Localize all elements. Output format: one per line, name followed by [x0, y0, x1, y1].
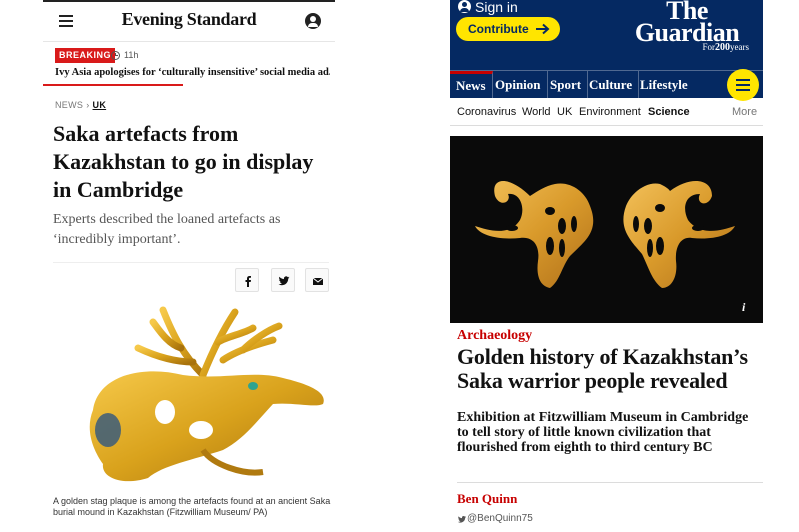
sub-navigation: Coronavirus World UK Environment Science…	[450, 98, 763, 126]
contribute-button[interactable]: Contribute	[456, 17, 560, 41]
share-facebook-button[interactable]	[235, 268, 259, 292]
article-standfirst: Exhibition at Fitzwilliam Museum in Camb…	[457, 410, 749, 455]
subnav-world[interactable]: World	[522, 106, 551, 118]
contribute-label: Contribute	[468, 22, 529, 36]
pillar-opinion[interactable]: Opinion	[489, 71, 548, 98]
breaking-ticker-progress	[43, 84, 183, 86]
subnav-uk[interactable]: UK	[557, 106, 572, 118]
subnav-science[interactable]: Science	[648, 106, 690, 118]
image-caption: A golden stag plaque is among the artefa…	[53, 496, 331, 517]
logo-anniversary: For200years	[702, 42, 749, 53]
guardian-masthead: Sign in Contribute The Guardian For200ye…	[450, 0, 763, 70]
pillar-lifestyle[interactable]: Lifestyle	[634, 71, 694, 98]
evening-standard-logo[interactable]: Evening Standard	[43, 9, 335, 30]
header-top-line	[43, 0, 335, 2]
anniversary-number: 200	[715, 42, 730, 53]
author-byline[interactable]: Ben Quinn	[457, 491, 517, 507]
clock-icon	[111, 51, 120, 60]
es-header: Evening Standard	[43, 0, 335, 42]
subnav-coronavirus[interactable]: Coronavirus	[457, 106, 516, 118]
anniversary-prefix: For	[702, 42, 715, 52]
guardian-logo[interactable]: The Guardian	[617, 0, 757, 47]
sign-in-link[interactable]: Sign in	[475, 0, 518, 15]
breadcrumb-news[interactable]: NEWS	[55, 100, 83, 110]
breaking-timestamp: 11h	[124, 50, 139, 60]
hamburger-menu-icon[interactable]	[727, 69, 759, 101]
subnav-environment[interactable]: Environment	[579, 106, 641, 118]
subnav-more[interactable]: More	[732, 106, 757, 118]
share-email-button[interactable]	[305, 268, 329, 292]
arrow-right-icon	[536, 23, 550, 35]
golden-birds-image	[450, 136, 763, 323]
anniversary-suffix: years	[730, 42, 749, 52]
user-icon[interactable]	[458, 0, 471, 13]
article-headline: Golden history of Kazakhstan’s Saka warr…	[457, 344, 748, 393]
article-standfirst: Experts described the loaned artefacts a…	[53, 212, 281, 247]
share-divider	[53, 262, 329, 263]
breaking-news-link[interactable]: Ivy Asia apologises for ‘culturally inse…	[55, 67, 330, 78]
breaking-badge: BREAKING	[55, 48, 116, 63]
breadcrumb-uk[interactable]: UK	[93, 100, 107, 110]
pillar-sport[interactable]: Sport	[544, 71, 589, 98]
article-headline: Saka artefacts from Kazakhstan to go in …	[53, 121, 314, 202]
section-kicker[interactable]: Archaeology	[457, 328, 532, 344]
facebook-icon	[245, 276, 251, 287]
twitter-icon	[457, 515, 467, 523]
author-twitter-handle[interactable]: @BenQuinn75	[467, 513, 533, 524]
logo-line-guardian: Guardian	[634, 18, 740, 47]
guardian-article: Sign in Contribute The Guardian For200ye…	[450, 0, 763, 532]
golden-stag-image	[89, 306, 324, 482]
pillar-culture[interactable]: Culture	[583, 71, 640, 98]
twitter-icon	[278, 276, 290, 286]
chevron-right-icon: ›	[86, 100, 90, 110]
image-info-icon[interactable]: i	[742, 300, 745, 315]
pillar-nav: News Opinion Sport Culture Lifestyle	[450, 70, 763, 98]
evening-standard-article: Evening Standard BREAKING 11h Ivy Asia a…	[43, 0, 335, 532]
pillar-news[interactable]: News	[450, 71, 493, 98]
byline-divider	[457, 482, 763, 483]
share-twitter-button[interactable]	[271, 268, 295, 292]
breadcrumb: NEWS › UK	[55, 100, 106, 110]
account-icon[interactable]	[305, 13, 321, 29]
email-icon	[312, 277, 324, 285]
